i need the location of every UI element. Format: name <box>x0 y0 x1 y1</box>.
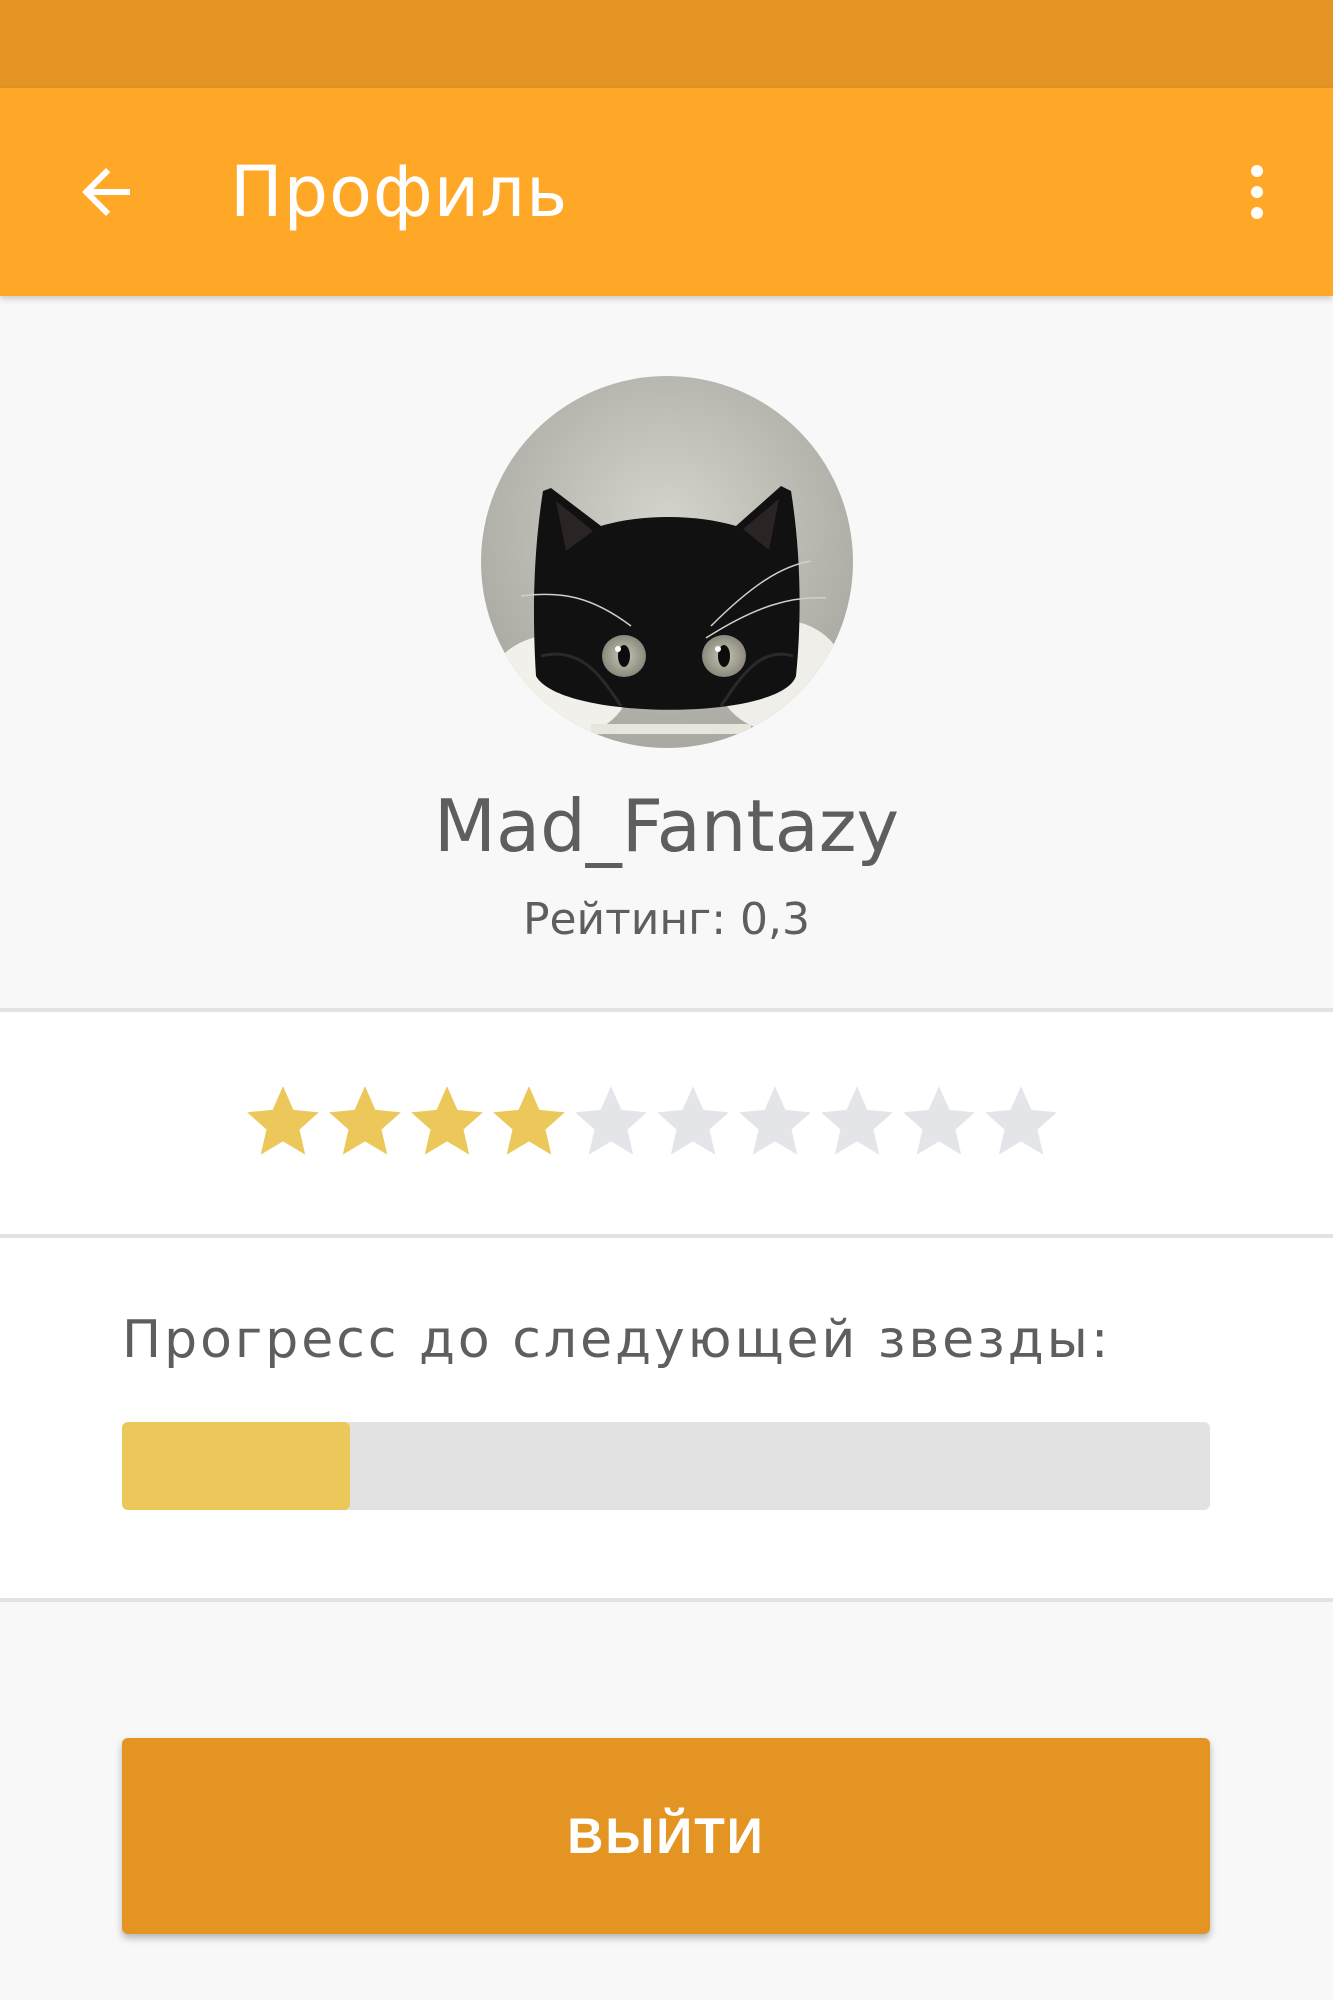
black-cat-photo <box>481 376 853 748</box>
overflow-menu-button[interactable] <box>1205 140 1309 244</box>
progress-label: Прогресс до следующей звезды: <box>122 1310 1112 1370</box>
progress-fill <box>122 1422 351 1510</box>
stars-section <box>0 1012 1333 1234</box>
profile-header: Mad_Fantazy Рейтинг: 0,3 <box>0 296 1333 1008</box>
star-empty-icon <box>903 1086 975 1155</box>
star-filled-icon <box>411 1086 483 1155</box>
arrow-left-icon <box>82 168 130 216</box>
page-title: Профиль <box>230 151 569 233</box>
avatar[interactable] <box>481 376 853 748</box>
divider <box>0 1598 1333 1602</box>
star-filled-icon <box>329 1086 401 1155</box>
star-empty-icon <box>821 1086 893 1155</box>
status-bar <box>0 0 1333 88</box>
star-empty-icon <box>739 1086 811 1155</box>
username: Mad_Fantazy <box>433 784 900 868</box>
star-filled-icon <box>493 1086 565 1155</box>
star-filled-icon <box>247 1086 319 1155</box>
star-rating <box>240 1074 1080 1174</box>
app-bar: Профиль <box>0 88 1333 296</box>
progress-bar <box>122 1422 1210 1510</box>
profile-screen: Профиль Mad_Fantazy Рейтинг: 0,3 Прогрес… <box>0 0 1333 2000</box>
more-vert-icon <box>1251 165 1263 219</box>
progress-section: Прогресс до следующей звезды: <box>0 1238 1333 1598</box>
back-button[interactable] <box>54 140 158 244</box>
star-empty-icon <box>575 1086 647 1155</box>
star-empty-icon <box>657 1086 729 1155</box>
star-empty-icon <box>985 1086 1057 1155</box>
logout-button[interactable]: ВЫЙТИ <box>122 1738 1210 1934</box>
rating-text: Рейтинг: 0,3 <box>522 894 811 945</box>
